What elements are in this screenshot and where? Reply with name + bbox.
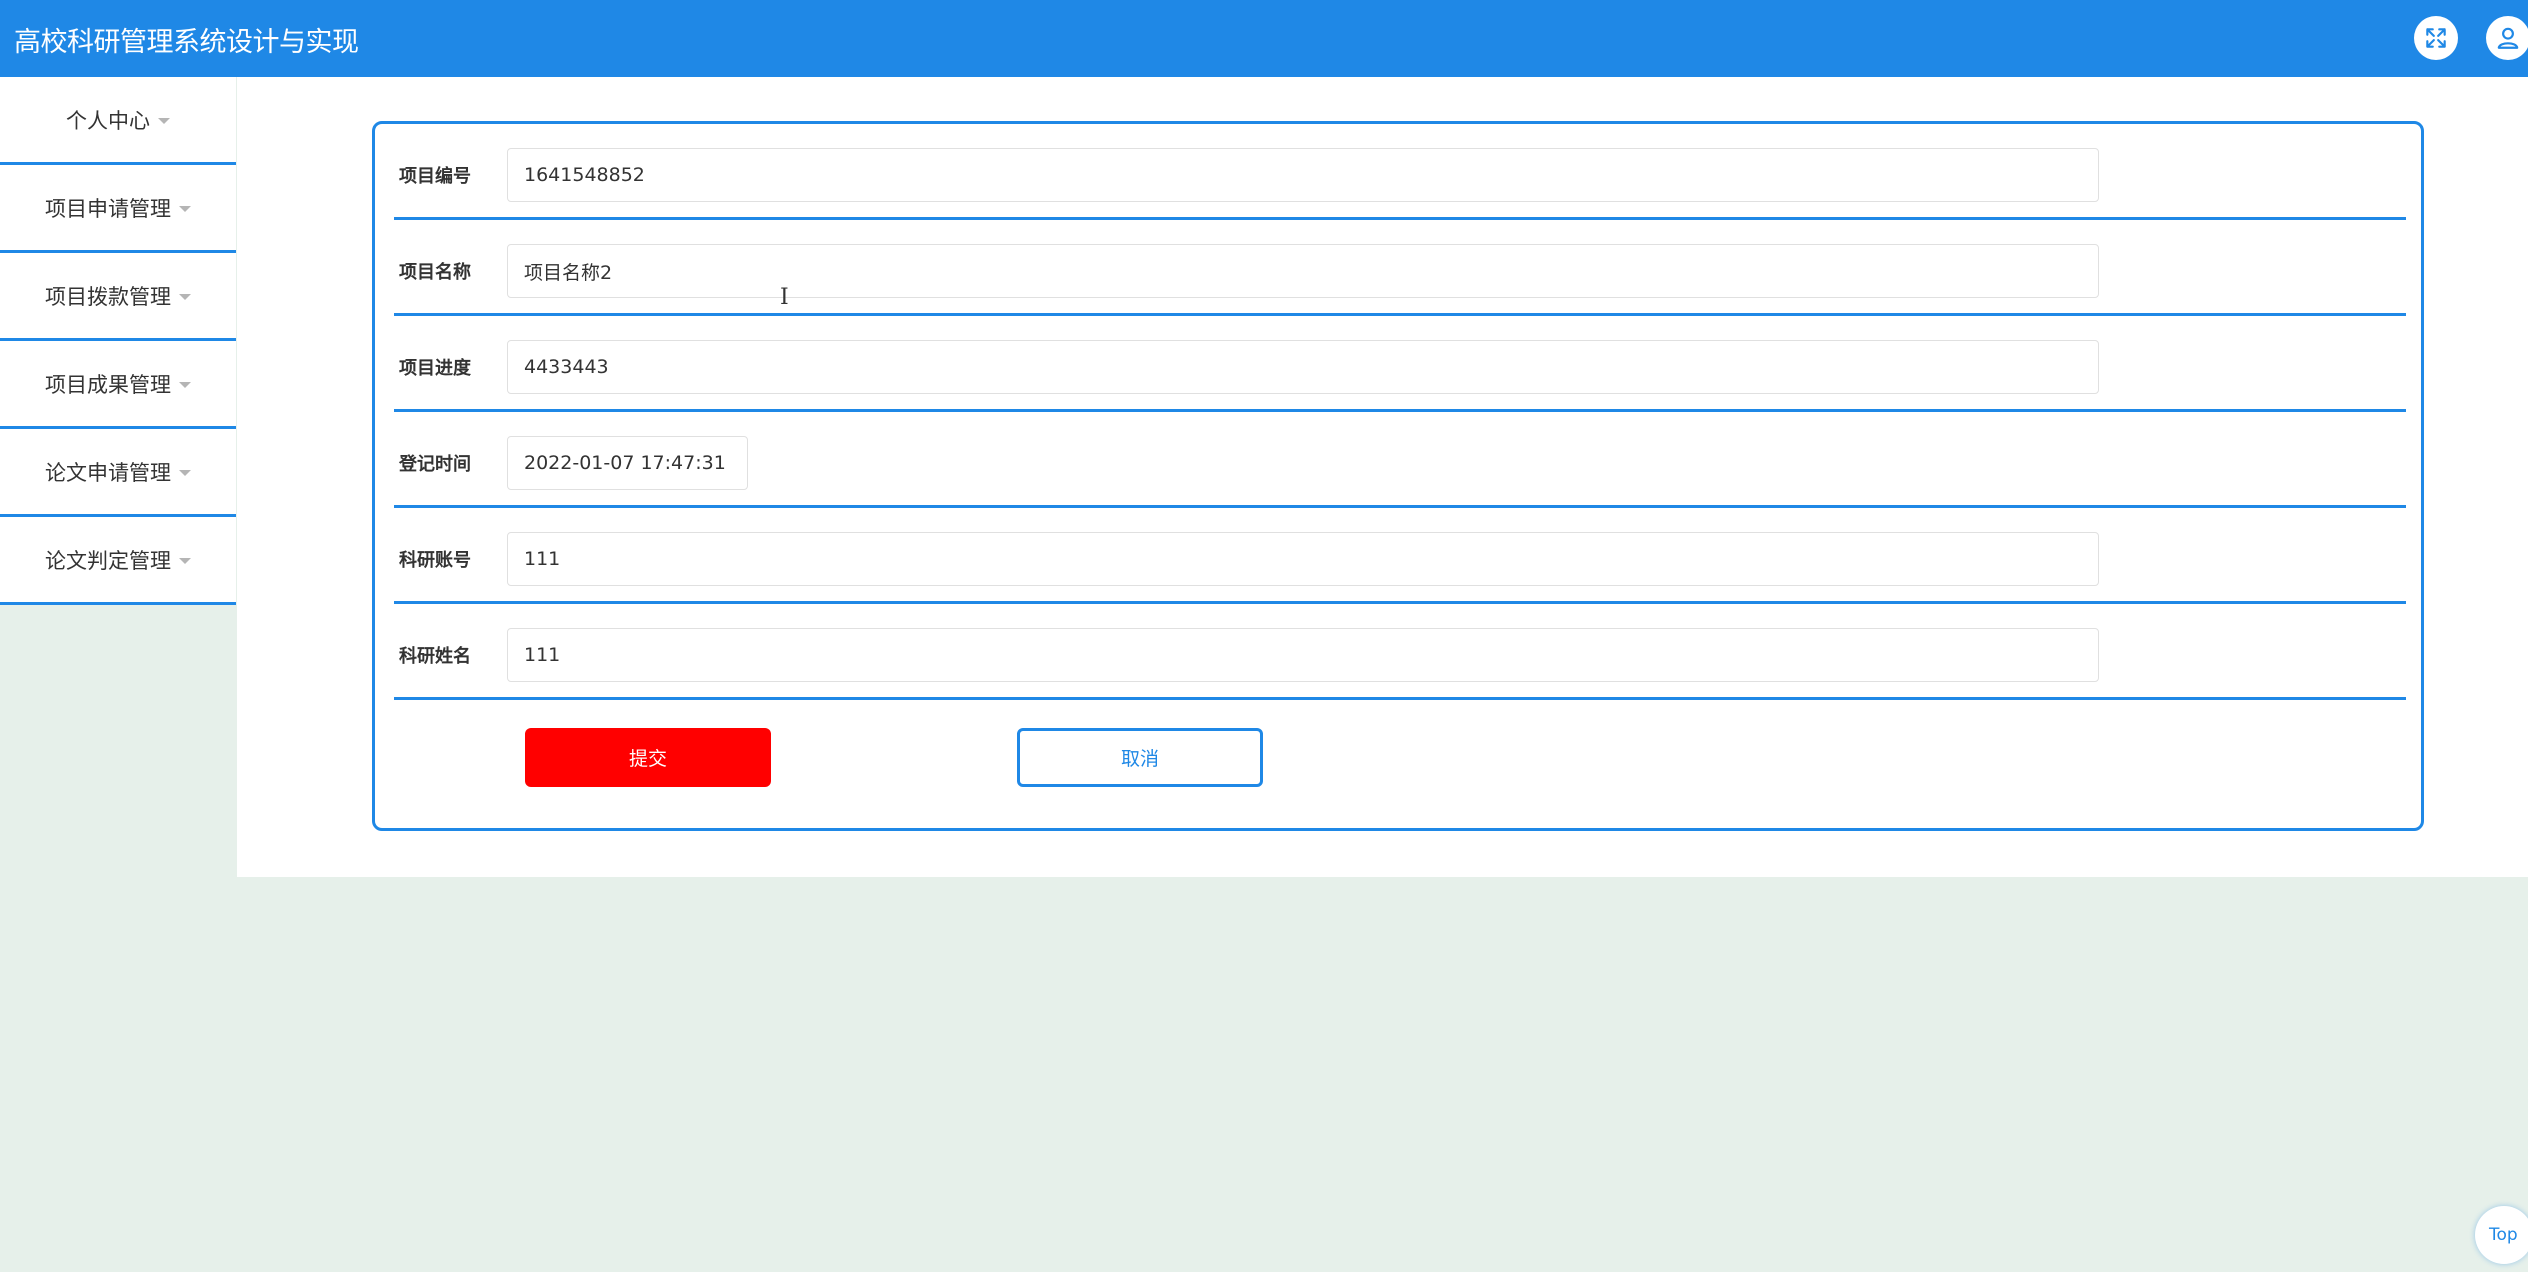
back-to-top-label: Top [2489, 1225, 2518, 1245]
project-edit-form: 项目编号 项目名称 项目进度 登记时间 科研账号 科研姓名 I 提交 取消 [372, 121, 2424, 831]
sidebar-item-paper-application[interactable]: 论文申请管理 [0, 429, 236, 517]
caret-down-icon [179, 557, 191, 564]
caret-down-icon [179, 469, 191, 476]
cancel-button[interactable]: 取消 [1017, 728, 1263, 787]
expand-icon [2426, 28, 2446, 48]
caret-down-icon [158, 117, 170, 124]
caret-down-icon [179, 205, 191, 212]
form-row-project-number: 项目编号 [394, 124, 2406, 220]
form-row-project-progress: 项目进度 [394, 316, 2406, 412]
sidebar-item-paper-judgment[interactable]: 论文判定管理 [0, 517, 236, 605]
app-title: 高校科研管理系统设计与实现 [14, 27, 359, 58]
submit-button[interactable]: 提交 [525, 728, 771, 787]
caret-down-icon [179, 381, 191, 388]
top-header-bar: 高校科研管理系统设计与实现 [0, 0, 2528, 77]
form-row-project-name: 项目名称 [394, 220, 2406, 316]
user-icon [2497, 27, 2519, 49]
sidebar-item-label: 论文判定管理 [45, 548, 171, 573]
main-content: 项目编号 项目名称 项目进度 登记时间 科研账号 科研姓名 I 提交 取消 [237, 77, 2528, 877]
research-account-input[interactable] [507, 532, 2099, 586]
field-label: 科研账号 [399, 550, 471, 571]
form-row-research-name: 科研姓名 [394, 604, 2406, 700]
sidebar-item-label: 项目成果管理 [45, 372, 171, 397]
sidebar-item-project-funding[interactable]: 项目拨款管理 [0, 253, 236, 341]
user-menu-button[interactable] [2486, 16, 2528, 60]
sidebar-item-label: 项目申请管理 [45, 196, 171, 221]
project-progress-input[interactable] [507, 340, 2099, 394]
sidebar-item-project-results[interactable]: 项目成果管理 [0, 341, 236, 429]
field-label: 项目编号 [399, 166, 471, 187]
project-name-input[interactable] [507, 244, 2099, 298]
sidebar-item-personal-center[interactable]: 个人中心 [0, 77, 236, 165]
sidebar-item-project-application[interactable]: 项目申请管理 [0, 165, 236, 253]
field-label: 登记时间 [399, 454, 471, 475]
sidebar-item-label: 项目拨款管理 [45, 284, 171, 309]
project-number-input[interactable] [507, 148, 2099, 202]
form-row-register-time: 登记时间 [394, 412, 2406, 508]
fullscreen-button[interactable] [2414, 16, 2458, 60]
form-row-research-account: 科研账号 [394, 508, 2406, 604]
caret-down-icon [179, 293, 191, 300]
sidebar-item-label: 论文申请管理 [45, 460, 171, 485]
sidebar-menu: 个人中心 项目申请管理 项目拨款管理 项目成果管理 论文申请管理 论文判定管理 [0, 77, 236, 605]
back-to-top-button[interactable]: Top [2475, 1206, 2528, 1264]
field-label: 科研姓名 [399, 646, 471, 667]
field-label: 项目进度 [399, 358, 471, 379]
text-cursor-icon: I [780, 285, 789, 310]
sidebar-item-label: 个人中心 [66, 108, 150, 133]
register-time-input[interactable] [507, 436, 748, 490]
field-label: 项目名称 [399, 262, 471, 283]
research-name-input[interactable] [507, 628, 2099, 682]
